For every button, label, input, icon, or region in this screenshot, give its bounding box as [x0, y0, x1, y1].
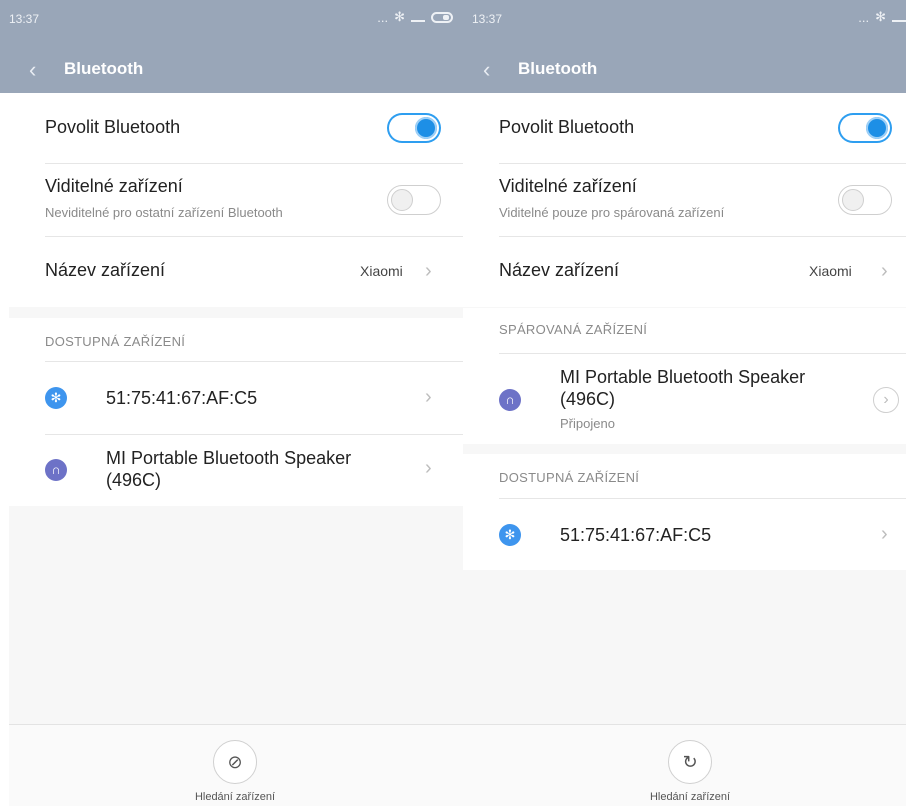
enable-bluetooth-label: Povolit Bluetooth	[499, 117, 635, 137]
visible-device-label: Viditelné zařízení	[499, 176, 637, 196]
signal-icon	[892, 12, 906, 22]
paired-devices-card: SPÁROVANÁ ZAŘÍZENÍ ∩ MI Portable Bluetoo…	[463, 308, 906, 444]
enable-bluetooth-toggle[interactable]	[838, 113, 892, 143]
enable-bluetooth-row[interactable]: Povolit Bluetooth	[463, 93, 906, 163]
device-row[interactable]: ∩ MI Portable Bluetooth Speaker (496C) ›	[9, 435, 463, 506]
device-name-line1: MI Portable Bluetooth Speaker	[560, 367, 806, 387]
status-bar: 13:37 ... ✻	[463, 0, 906, 47]
battery-icon	[431, 11, 453, 23]
left-screen: 13:37 ... ✻ ‹ Bluetooth Povolit Bluetoot…	[0, 0, 463, 806]
back-arrow-icon[interactable]: ‹	[483, 59, 499, 81]
notification-dots: ...	[377, 9, 389, 25]
page-title: Bluetooth	[518, 59, 598, 78]
signal-icon	[411, 12, 425, 22]
visible-device-toggle[interactable]	[387, 185, 441, 215]
chevron-right-icon: ›	[883, 391, 889, 408]
toggle-knob	[415, 117, 437, 139]
available-devices-header: DOSTUPNÁ ZAŘÍZENÍ	[45, 334, 186, 349]
status-bar: 13:37 ... ✻	[0, 0, 463, 47]
device-status: Připojeno	[560, 416, 615, 431]
device-name: 51:75:41:67:AF:C5	[106, 388, 258, 408]
device-name-line1: MI Portable Bluetooth Speaker	[106, 448, 352, 468]
device-row[interactable]: ✻ 51:75:41:67:AF:C5 ›	[9, 362, 463, 434]
device-row[interactable]: ✻ 51:75:41:67:AF:C5 ›	[463, 499, 906, 570]
device-name-label: Název zařízení	[45, 260, 166, 280]
back-arrow-icon[interactable]: ‹	[29, 59, 45, 81]
bottom-bar: ⊘ Hledání zařízení	[9, 724, 463, 806]
bluetooth-status-icon: ✻	[394, 9, 405, 24]
search-devices-label: Hledání zařízení	[649, 791, 731, 803]
device-name-line2: (496C)	[106, 470, 162, 490]
visible-device-row[interactable]: Viditelné zařízení Viditelné pouze pro s…	[463, 164, 906, 236]
visible-device-subtitle: Viditelné pouze pro spárovaná zařízení	[499, 205, 725, 220]
enable-bluetooth-toggle[interactable]	[387, 113, 441, 143]
status-time: 13:37	[9, 12, 40, 26]
device-name-value: Xiaomi	[809, 263, 852, 279]
chevron-right-icon: ›	[425, 457, 432, 479]
device-name-label: Název zařízení	[499, 260, 620, 280]
visible-device-toggle[interactable]	[838, 185, 892, 215]
toggle-knob	[866, 117, 888, 139]
bluetooth-icon: ✻	[499, 524, 521, 546]
visible-device-subtitle: Neviditelné pro ostatní zařízení Bluetoo…	[45, 205, 283, 220]
settings-card: Povolit Bluetooth Viditelné zařízení Vid…	[463, 93, 906, 307]
refresh-icon: ⊘	[227, 752, 243, 772]
headphones-icon: ∩	[499, 389, 521, 411]
device-name-line2: (496C)	[560, 389, 616, 409]
device-name-row[interactable]: Název zařízení Xiaomi ›	[463, 237, 906, 307]
device-name-row[interactable]: Název zařízení Xiaomi ›	[9, 237, 463, 307]
bluetooth-status-icon: ✻	[875, 9, 886, 24]
page-title: Bluetooth	[64, 59, 144, 78]
available-devices-card: DOSTUPNÁ ZAŘÍZENÍ ✻ 51:75:41:67:AF:C5 ›	[463, 454, 906, 570]
device-name-value: Xiaomi	[360, 263, 403, 279]
settings-card: Povolit Bluetooth Viditelné zařízení Nev…	[9, 93, 463, 307]
headphones-icon: ∩	[45, 459, 67, 481]
bluetooth-icon: ✻	[45, 387, 67, 409]
search-devices-label: Hledání zařízení	[194, 791, 276, 803]
search-devices-button[interactable]: ⊘	[213, 740, 257, 784]
status-icons: ... ✻	[858, 9, 906, 25]
toggle-knob	[391, 189, 413, 211]
title-bar: ‹ Bluetooth	[463, 47, 906, 93]
toggle-knob	[842, 189, 864, 211]
refresh-icon: ↻	[682, 752, 698, 772]
visible-device-row[interactable]: Viditelné zařízení Neviditelné pro ostat…	[9, 164, 463, 236]
available-devices-header: DOSTUPNÁ ZAŘÍZENÍ	[499, 470, 640, 485]
chevron-right-icon: ›	[881, 523, 888, 545]
chevron-right-icon: ›	[425, 260, 432, 282]
title-bar: ‹ Bluetooth	[0, 47, 463, 93]
available-devices-card: DOSTUPNÁ ZAŘÍZENÍ ✻ 51:75:41:67:AF:C5 › …	[9, 318, 463, 506]
paired-device-row[interactable]: ∩ MI Portable Bluetooth Speaker (496C) P…	[463, 354, 906, 444]
enable-bluetooth-row[interactable]: Povolit Bluetooth	[9, 93, 463, 163]
bottom-bar: ↻ Hledání zařízení	[463, 724, 906, 806]
search-devices-button[interactable]: ↻	[668, 740, 712, 784]
right-screen: 13:37 ... ✻ ‹ Bluetooth Povolit Bluetoot…	[463, 0, 906, 806]
right-screen-content: 13:37 ... ✻ ‹ Bluetooth Povolit Bluetoot…	[463, 0, 906, 806]
enable-bluetooth-label: Povolit Bluetooth	[45, 117, 181, 137]
device-name: 51:75:41:67:AF:C5	[560, 525, 712, 545]
paired-devices-header: SPÁROVANÁ ZAŘÍZENÍ	[499, 322, 648, 337]
left-screen-content: 13:37 ... ✻ ‹ Bluetooth Povolit Bluetoot…	[0, 0, 463, 806]
status-time: 13:37	[472, 12, 503, 26]
status-icons: ... ✻	[377, 9, 453, 25]
visible-device-label: Viditelné zařízení	[45, 176, 183, 196]
chevron-right-icon: ›	[425, 386, 432, 408]
chevron-right-icon: ›	[881, 260, 888, 282]
device-details-button[interactable]: ›	[873, 387, 899, 413]
notification-dots: ...	[858, 9, 870, 25]
